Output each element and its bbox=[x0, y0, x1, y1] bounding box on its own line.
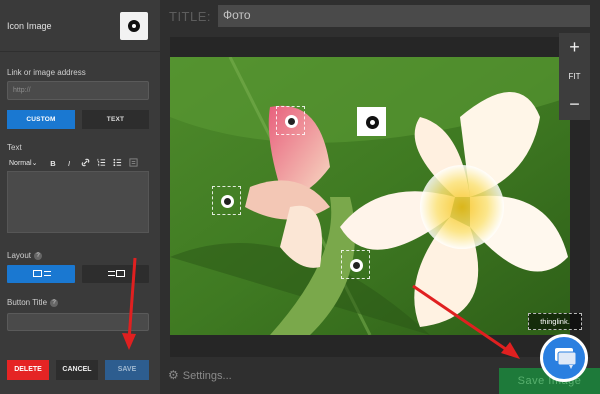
style-value: Normal bbox=[9, 160, 32, 167]
image-right-layout-icon bbox=[116, 270, 125, 277]
image-right-layout-button[interactable] bbox=[82, 265, 149, 283]
text-lines-icon bbox=[44, 271, 51, 276]
title-label: TITLE: bbox=[169, 9, 212, 24]
tag-hotspot-selected[interactable] bbox=[357, 107, 386, 136]
text-area[interactable] bbox=[7, 171, 149, 233]
help-icon[interactable]: ? bbox=[34, 251, 43, 260]
link-icon[interactable] bbox=[77, 158, 93, 169]
thinglink-watermark: thinglink. bbox=[528, 313, 582, 330]
link-input[interactable]: http:// bbox=[7, 81, 149, 100]
quote-icon[interactable] bbox=[125, 157, 141, 169]
tag-hotspot[interactable] bbox=[212, 186, 241, 215]
italic-button[interactable]: I bbox=[61, 159, 77, 168]
icon-image-row: Icon Image bbox=[0, 0, 160, 52]
button-title-label: Button Title? bbox=[7, 298, 59, 307]
text-lines-icon bbox=[108, 271, 115, 276]
icon-image-label: Icon Image bbox=[7, 21, 52, 31]
help-icon[interactable]: ? bbox=[50, 298, 59, 307]
icon-image-picker[interactable] bbox=[120, 12, 148, 40]
pin-icon bbox=[366, 116, 379, 129]
ordered-list-icon[interactable] bbox=[93, 158, 109, 169]
style-dropdown[interactable]: Normal⌄ bbox=[7, 159, 45, 167]
tag-hotspot[interactable] bbox=[341, 250, 370, 279]
layout-label-text: Layout bbox=[7, 251, 32, 260]
zoom-in-button[interactable]: + bbox=[559, 33, 590, 61]
chat-button[interactable] bbox=[540, 334, 588, 382]
text-section-label: Text bbox=[7, 143, 22, 152]
zoom-controls: + FIT − bbox=[559, 33, 590, 120]
image-left-layout-button[interactable] bbox=[7, 265, 75, 283]
gear-icon: ⚙ bbox=[168, 368, 179, 382]
button-title-text: Button Title bbox=[7, 298, 48, 307]
text-toolbar: Normal⌄ B I bbox=[7, 156, 149, 170]
settings-link[interactable]: ⚙ Settings... bbox=[168, 368, 232, 382]
zoom-out-button[interactable]: − bbox=[559, 92, 590, 120]
bold-button[interactable]: B bbox=[45, 159, 61, 168]
settings-label: Settings... bbox=[182, 370, 232, 382]
edit-tag-panel: Icon Image Link or image address http://… bbox=[0, 0, 160, 394]
zoom-fit-button[interactable]: FIT bbox=[559, 61, 590, 92]
custom-button[interactable]: CUSTOM bbox=[7, 110, 75, 129]
pin-icon bbox=[285, 115, 298, 128]
tag-hotspot[interactable] bbox=[276, 106, 305, 135]
button-title-input[interactable] bbox=[7, 313, 149, 331]
pin-icon bbox=[128, 20, 140, 32]
title-input[interactable]: Фото bbox=[218, 5, 590, 27]
delete-button[interactable]: DELETE bbox=[7, 360, 49, 380]
save-button[interactable]: SAVE bbox=[105, 360, 149, 380]
pin-icon bbox=[221, 195, 234, 208]
bullet-list-icon[interactable] bbox=[109, 158, 125, 169]
link-label: Link or image address bbox=[7, 68, 86, 77]
cancel-button[interactable]: CANCEL bbox=[56, 360, 98, 380]
layout-label: Layout? bbox=[7, 251, 43, 260]
pin-icon bbox=[350, 259, 363, 272]
image-left-layout-icon bbox=[33, 270, 42, 277]
chat-icon bbox=[555, 348, 577, 369]
text-button[interactable]: TEXT bbox=[82, 110, 149, 129]
